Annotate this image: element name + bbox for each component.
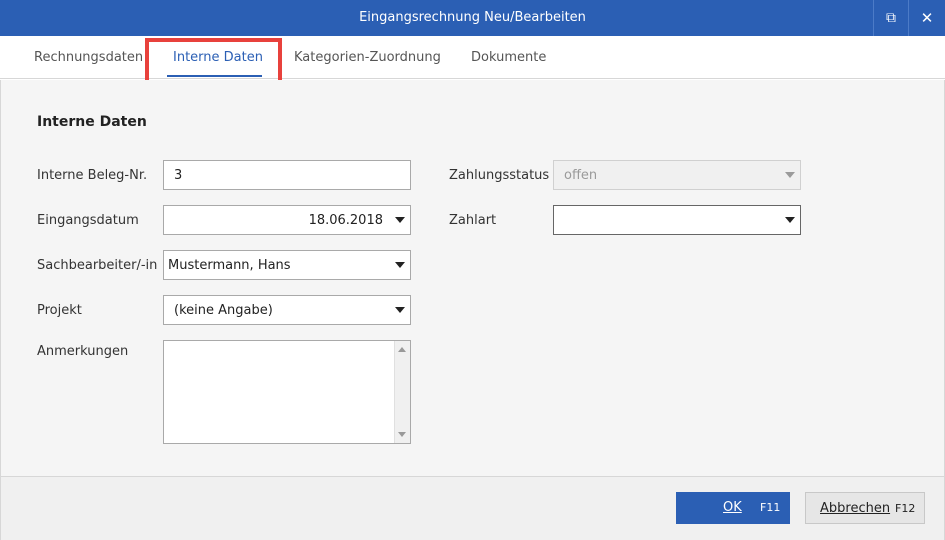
dialog-footer bbox=[0, 476, 945, 540]
ok-button[interactable]: OK F11 bbox=[676, 492, 790, 524]
beleg-nr-label: Interne Beleg-Nr. bbox=[37, 168, 148, 183]
zahlart-select[interactable] bbox=[553, 205, 801, 235]
projekt-select[interactable]: (keine Angabe) bbox=[163, 295, 411, 325]
eingangsdatum-picker[interactable]: 18.06.2018 bbox=[163, 205, 411, 235]
tab-bar: Rechnungsdaten Interne Daten Kategorien-… bbox=[0, 36, 945, 79]
popout-icon[interactable]: ⧉ bbox=[873, 0, 909, 36]
ok-button-shortcut: F11 bbox=[760, 501, 781, 514]
chevron-down-icon[interactable] bbox=[785, 217, 795, 223]
beleg-nr-input[interactable]: 3 bbox=[163, 160, 411, 190]
zahlungsstatus-value: offen bbox=[564, 168, 598, 183]
tab-dokumente[interactable]: Dokumente bbox=[471, 50, 546, 74]
window-title: Eingangsrechnung Neu/Bearbeiten bbox=[359, 10, 586, 25]
window-titlebar: Eingangsrechnung Neu/Bearbeiten ⧉ ✕ bbox=[0, 0, 945, 36]
anmerkungen-scrollbar[interactable] bbox=[394, 341, 410, 443]
chevron-down-icon[interactable] bbox=[395, 262, 405, 268]
sachbearbeiter-value: Mustermann, Hans bbox=[168, 258, 291, 273]
cancel-button-shortcut: F12 bbox=[895, 502, 916, 515]
projekt-value: (keine Angabe) bbox=[174, 303, 273, 318]
section-title: Interne Daten bbox=[37, 114, 147, 130]
zahlungsstatus-label: Zahlungsstatus bbox=[449, 168, 550, 183]
tab-rechnungsdaten[interactable]: Rechnungsdaten bbox=[34, 50, 143, 74]
content-area bbox=[0, 80, 945, 476]
zahlungsstatus-select: offen bbox=[553, 160, 801, 190]
tab-kategorien-zuordnung[interactable]: Kategorien-Zuordnung bbox=[294, 50, 441, 74]
beleg-nr-value: 3 bbox=[174, 168, 183, 183]
scroll-down-icon[interactable] bbox=[398, 432, 406, 437]
sachbearbeiter-select[interactable]: Mustermann, Hans bbox=[163, 250, 411, 280]
eingangsdatum-value: 18.06.2018 bbox=[308, 213, 383, 228]
eingangsdatum-label: Eingangsdatum bbox=[37, 213, 139, 228]
chevron-down-icon bbox=[785, 172, 795, 178]
cancel-button[interactable]: Abbrechen F12 bbox=[805, 492, 925, 524]
ok-button-label: OK bbox=[723, 500, 742, 515]
close-icon[interactable]: ✕ bbox=[909, 0, 945, 36]
cancel-button-label: Abbrechen bbox=[820, 501, 891, 516]
anmerkungen-label: Anmerkungen bbox=[37, 344, 129, 359]
scroll-up-icon[interactable] bbox=[398, 347, 406, 352]
chevron-down-icon[interactable] bbox=[395, 307, 405, 313]
sachbearbeiter-label: Sachbearbeiter/-in bbox=[37, 258, 158, 273]
chevron-down-icon[interactable] bbox=[395, 217, 405, 223]
zahlart-label: Zahlart bbox=[449, 213, 497, 228]
anmerkungen-textarea[interactable] bbox=[163, 340, 411, 444]
projekt-label: Projekt bbox=[37, 303, 82, 318]
